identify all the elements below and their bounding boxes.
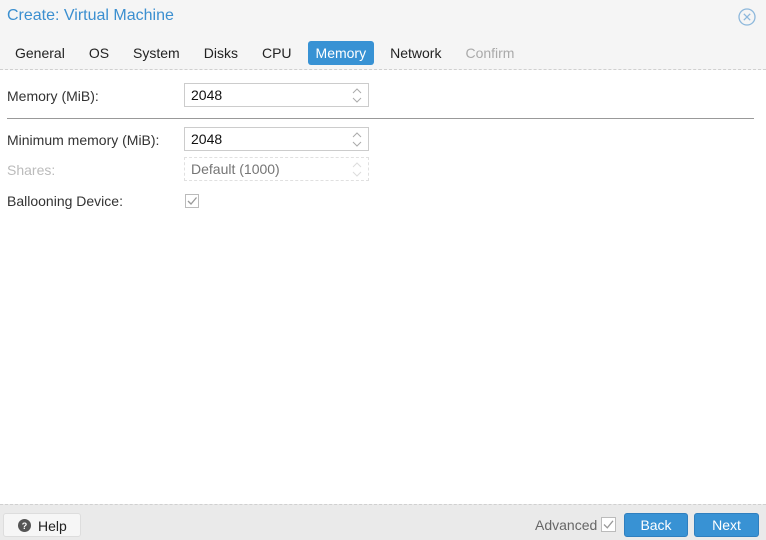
svg-text:?: ? <box>22 521 28 531</box>
ballooning-row: Ballooning Device: <box>7 188 377 214</box>
shares-row: Shares: <box>7 157 377 183</box>
min-memory-field[interactable] <box>184 127 369 151</box>
spinner-icon[interactable] <box>352 87 362 104</box>
dialog-footer: ? Help Advanced Back Next <box>0 504 766 540</box>
advanced-label: Advanced <box>535 517 598 533</box>
ballooning-label: Ballooning Device: <box>7 193 123 209</box>
spinner-icon <box>352 162 362 177</box>
tab-system[interactable]: System <box>125 41 188 65</box>
tab-memory[interactable]: Memory <box>307 41 375 65</box>
tab-confirm: Confirm <box>465 45 515 61</box>
dialog-header: Create: Virtual Machine General OS Syste… <box>0 0 766 70</box>
tab-cpu[interactable]: CPU <box>254 41 300 65</box>
tab-network[interactable]: Network <box>382 41 449 65</box>
ballooning-checkbox[interactable] <box>185 194 199 208</box>
tab-general[interactable]: General <box>7 41 73 65</box>
memory-input[interactable] <box>191 87 341 103</box>
shares-field <box>184 157 369 181</box>
shares-input <box>191 161 341 177</box>
dialog-title: Create: Virtual Machine <box>7 7 174 24</box>
shares-label: Shares: <box>7 162 56 178</box>
min-memory-label: Minimum memory (MiB): <box>7 132 160 148</box>
advanced-checkbox[interactable] <box>601 517 616 532</box>
wizard-tabs: General OS System Disks CPU Memory Netwo… <box>7 41 530 65</box>
help-icon: ? <box>18 519 31 532</box>
next-button[interactable]: Next <box>694 513 759 537</box>
help-button[interactable]: ? Help <box>3 513 81 537</box>
memory-row: Memory (MiB): <box>7 83 377 109</box>
min-memory-row: Minimum memory (MiB): <box>7 127 377 153</box>
memory-panel: Memory (MiB): Minimum memory (MiB): Shar… <box>0 70 766 504</box>
help-label: Help <box>38 518 67 534</box>
back-button[interactable]: Back <box>624 513 688 537</box>
min-memory-input[interactable] <box>191 131 341 147</box>
close-icon[interactable] <box>738 8 756 26</box>
memory-label: Memory (MiB): <box>7 88 99 104</box>
tab-os[interactable]: OS <box>81 41 117 65</box>
spinner-icon[interactable] <box>352 131 362 148</box>
section-divider <box>7 118 754 119</box>
tab-disks[interactable]: Disks <box>196 41 246 65</box>
memory-field[interactable] <box>184 83 369 107</box>
